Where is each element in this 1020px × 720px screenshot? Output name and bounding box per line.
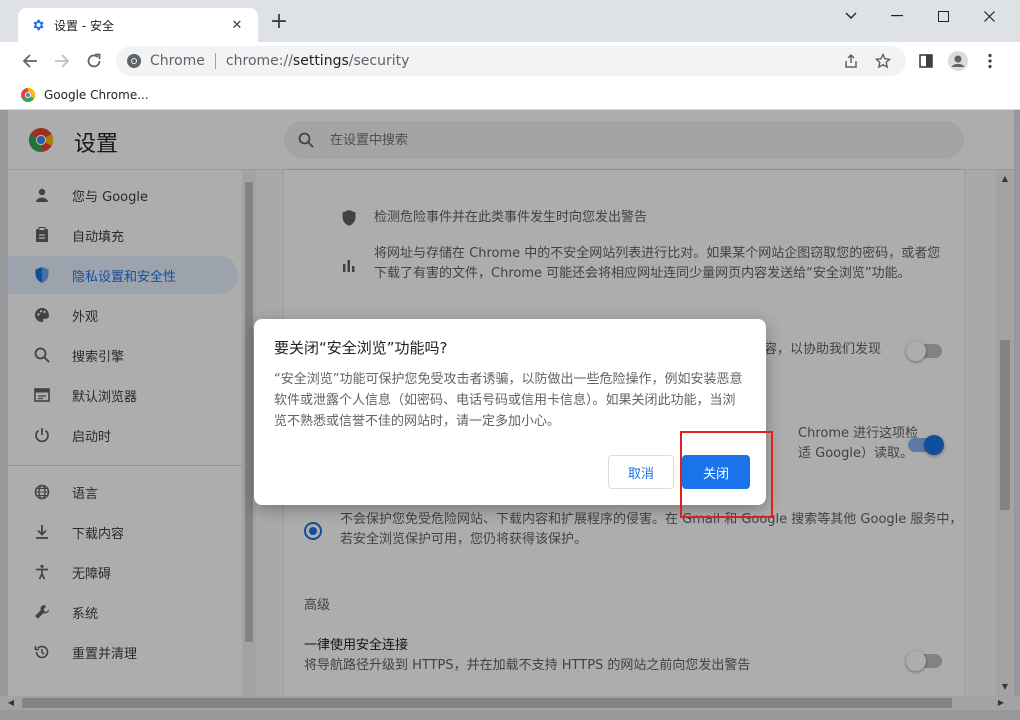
tab-strip: 设置 - 安全 ✕ + [0, 0, 1020, 42]
profile-avatar-icon[interactable] [946, 49, 970, 73]
tab-search-chevron-icon[interactable] [828, 4, 874, 28]
more-menu-icon[interactable] [978, 49, 1002, 73]
chrome-site-icon [126, 53, 142, 69]
highlight-box [680, 431, 773, 518]
close-window-button[interactable] [966, 4, 1012, 28]
bookmark-label: Google Chrome... [44, 88, 149, 102]
url-scheme: chrome:// [225, 53, 293, 69]
minimize-button[interactable] [874, 4, 920, 28]
gear-icon [30, 17, 46, 33]
tab-title: 设置 - 安全 [54, 18, 114, 33]
share-icon[interactable] [838, 48, 864, 74]
address-bar[interactable]: Chrome chrome://settings/security [116, 46, 906, 76]
url-text[interactable]: chrome://settings/security [226, 53, 832, 69]
tab-settings[interactable]: 设置 - 安全 ✕ [18, 8, 258, 42]
dialog-body: “安全浏览”功能可保护您免受攻击者诱骗，以防做出一些危险操作，例如安装恶意软件或… [274, 372, 743, 429]
bookmark-star-icon[interactable] [870, 48, 896, 74]
cancel-button[interactable]: 取消 [608, 455, 674, 489]
forward-arrow-icon[interactable] [50, 49, 74, 73]
url-host: settings [292, 53, 349, 69]
bookmarks-bar: Google Chrome... [0, 80, 1020, 110]
url-path: /security [348, 53, 410, 69]
tab-close-icon[interactable]: ✕ [228, 16, 246, 34]
google-logo-icon [21, 88, 35, 102]
maximize-button[interactable] [920, 4, 966, 28]
site-label: Chrome [150, 53, 205, 69]
dialog-title: 要关闭“安全浏览”功能吗? [274, 339, 448, 357]
bookmark-item[interactable]: Google Chrome... [20, 85, 149, 105]
side-panel-icon[interactable] [914, 49, 938, 73]
new-tab-button[interactable]: + [268, 11, 290, 34]
omnibox-separator [214, 53, 216, 69]
reload-icon[interactable] [82, 49, 106, 73]
browser-toolbar: Chrome chrome://settings/security [0, 42, 1020, 80]
back-arrow-icon[interactable] [18, 49, 42, 73]
